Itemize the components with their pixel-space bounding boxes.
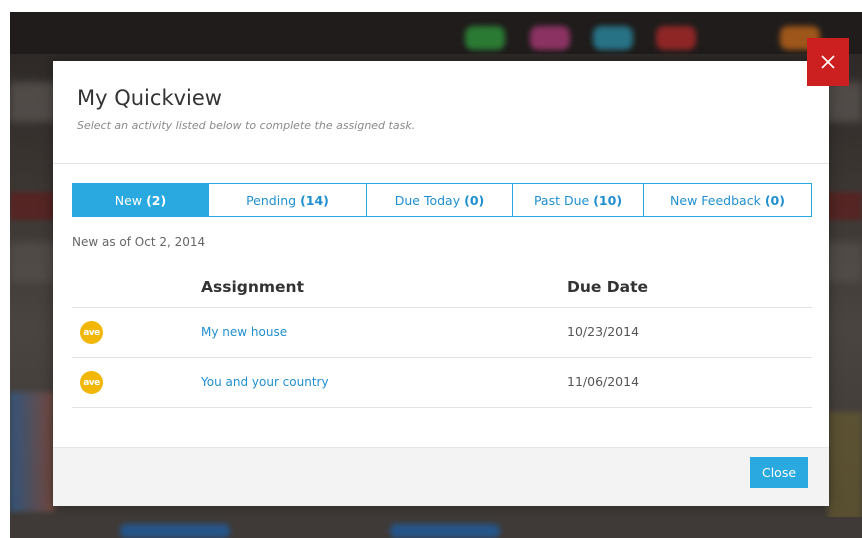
tab-due-today[interactable]: Due Today (0) [366, 184, 512, 216]
tab-label: Pending [246, 192, 297, 208]
backdrop-blob [120, 524, 230, 538]
tab-count: (2) [146, 192, 167, 208]
tab-label: New [114, 192, 143, 208]
modal-subtitle: Select an activity listed below to compl… [77, 119, 416, 132]
tab-count: (14) [300, 192, 329, 208]
table-header: Assignment Due Date [72, 269, 812, 308]
tab-pending[interactable]: Pending (14) [208, 184, 366, 216]
backdrop-side-left [10, 392, 54, 512]
backdrop-top-band [10, 12, 862, 54]
screen: My Quickview Select an activity listed b… [0, 0, 862, 538]
tab-label: Due Today [394, 192, 461, 208]
table-row: ave My new house 10/23/2014 [72, 308, 812, 358]
close-x-button[interactable] [807, 38, 849, 86]
assignments-table: Assignment Due Date ave My new house 10/… [72, 269, 812, 408]
backdrop-side-right [828, 412, 862, 522]
tab-past-due[interactable]: Past Due (10) [512, 184, 643, 216]
backdrop-blur-pill [593, 26, 633, 50]
tab-count: (10) [593, 192, 623, 208]
assignment-link[interactable]: My new house [201, 325, 287, 339]
assignment-link[interactable]: You and your country [201, 375, 329, 389]
tab-count: (0) [764, 192, 785, 208]
ave-icon: ave [80, 371, 103, 394]
modal-footer: Close [53, 447, 829, 506]
close-x-icon [821, 55, 835, 69]
tab-new-feedback[interactable]: New Feedback (0) [643, 184, 811, 216]
column-header-due-date: Due Date [567, 278, 649, 296]
tab-label: Past Due [533, 192, 590, 208]
modal-title: My Quickview [77, 86, 222, 110]
close-button[interactable]: Close [750, 457, 808, 488]
tab-label: New Feedback [670, 192, 761, 208]
quickview-modal: My Quickview Select an activity listed b… [53, 61, 829, 506]
column-header-assignment: Assignment [201, 278, 304, 296]
table-row: ave You and your country 11/06/2014 [72, 358, 812, 408]
due-date: 10/23/2014 [567, 324, 640, 339]
backdrop-blur-pill [465, 26, 505, 50]
tab-new[interactable]: New (2) [73, 184, 208, 216]
due-date: 11/06/2014 [567, 374, 640, 389]
new-as-of-label: New as of Oct 2, 2014 [72, 235, 206, 249]
quickview-tabs: New (2) Pending (14) Due Today (0) Past Due… [72, 183, 812, 217]
ave-icon: ave [80, 321, 103, 344]
tab-count: (0) [464, 192, 485, 208]
backdrop-blur-pill [530, 26, 570, 50]
backdrop-blur-pill [656, 26, 696, 50]
modal-header: My Quickview Select an activity listed b… [53, 61, 829, 164]
backdrop-blob [390, 524, 500, 538]
